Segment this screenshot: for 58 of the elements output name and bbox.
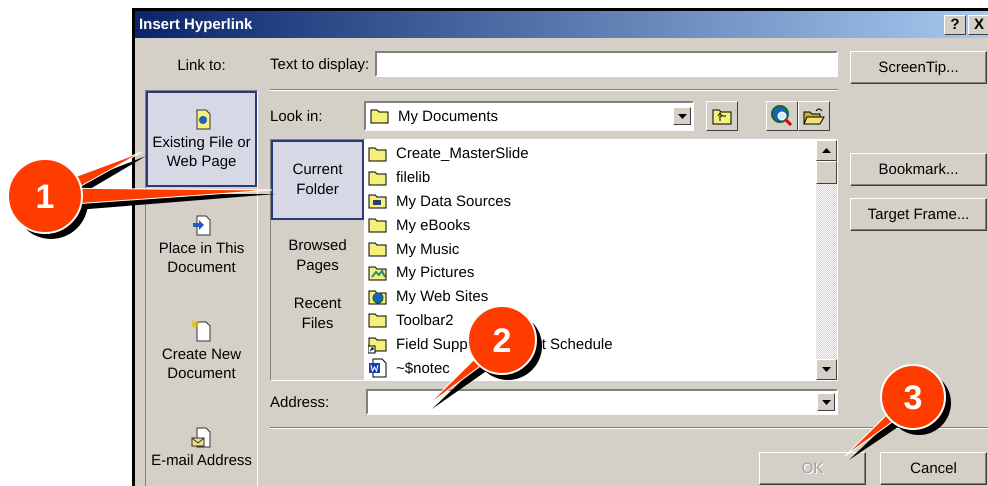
word-document-icon — [368, 358, 388, 378]
link-type-label: Existing File or Web Page — [152, 133, 251, 171]
side-button[interactable]: Bookmark... — [850, 153, 987, 186]
open-folder-icon — [803, 106, 825, 126]
link-type-item[interactable]: Existing File or Web Page — [146, 91, 257, 187]
sub-nav-item[interactable]: Browsed Pages — [271, 234, 364, 278]
look-in-value: My Documents — [398, 108, 498, 124]
file-name[interactable]: Toolbar2 — [396, 312, 454, 329]
down-arrow-icon — [822, 367, 831, 372]
text-to-display-label: Text to display: — [270, 56, 370, 72]
address-label: Address: — [270, 394, 330, 410]
sub-nav-item[interactable]: Current Folder — [271, 140, 364, 220]
browse-file-button[interactable] — [798, 101, 830, 131]
callout-number: 3 — [904, 379, 922, 417]
file-name[interactable]: filelib — [396, 169, 430, 186]
cancel-button[interactable]: Cancel — [880, 452, 987, 484]
help-button[interactable]: ? — [944, 14, 966, 34]
file-name[interactable]: t Schedule — [542, 336, 613, 353]
up-arrow-icon — [822, 148, 831, 153]
screentip-button[interactable]: ScreenTip... — [850, 51, 987, 84]
sub-nav-item[interactable]: Recent Files — [271, 292, 364, 336]
dropdown-button[interactable] — [673, 107, 691, 125]
callout-number: 1 — [36, 178, 54, 216]
link-to-label: Link to: — [177, 57, 226, 74]
file-name[interactable]: Create_MasterSlide — [396, 145, 529, 162]
document-envelope-icon — [190, 425, 212, 449]
file-name[interactable]: My eBooks — [396, 216, 470, 234]
file-name[interactable]: My Web Sites — [396, 288, 488, 306]
search-web-button[interactable] — [766, 101, 798, 131]
down-arrow-icon — [678, 114, 686, 118]
up-folder-button[interactable] — [706, 101, 738, 131]
close-button[interactable]: X — [968, 14, 988, 34]
file-name[interactable]: ~$notec — [396, 360, 450, 377]
window-title: Insert Hyperlink — [139, 16, 252, 33]
file-name[interactable]: My Data Sources — [396, 192, 512, 210]
file-name[interactable]: My Music — [396, 240, 460, 258]
globe-search-icon — [771, 105, 793, 127]
down-arrow-icon — [822, 400, 830, 404]
link-type-label: E-mail Address — [151, 451, 252, 470]
link-type-item[interactable]: E-mail Address — [146, 409, 257, 486]
link-type-label: Create New Document — [162, 345, 242, 383]
file-name[interactable]: My Pictures — [396, 264, 474, 282]
link-type-label: Place in This Document — [158, 239, 244, 277]
text-to-display-field[interactable] — [375, 51, 838, 77]
dropdown-button[interactable] — [817, 393, 835, 411]
scrollbar[interactable] — [816, 140, 837, 380]
address-field[interactable] — [366, 389, 838, 415]
look-in-dropdown[interactable]: My Documents — [364, 101, 694, 131]
link-type-item[interactable]: Create New Document — [146, 303, 257, 399]
link-type-item[interactable]: Place in This Document — [146, 197, 257, 293]
look-in-label: Look in: — [270, 108, 324, 124]
new-document-icon — [190, 319, 212, 343]
side-button[interactable]: Target Frame... — [850, 198, 987, 231]
file-name[interactable]: Field Supp — [396, 336, 468, 353]
callout-number: 2 — [492, 322, 512, 360]
up-folder-icon — [712, 107, 732, 125]
document-arrow-icon — [190, 213, 212, 237]
scroll-thumb[interactable] — [816, 161, 837, 184]
